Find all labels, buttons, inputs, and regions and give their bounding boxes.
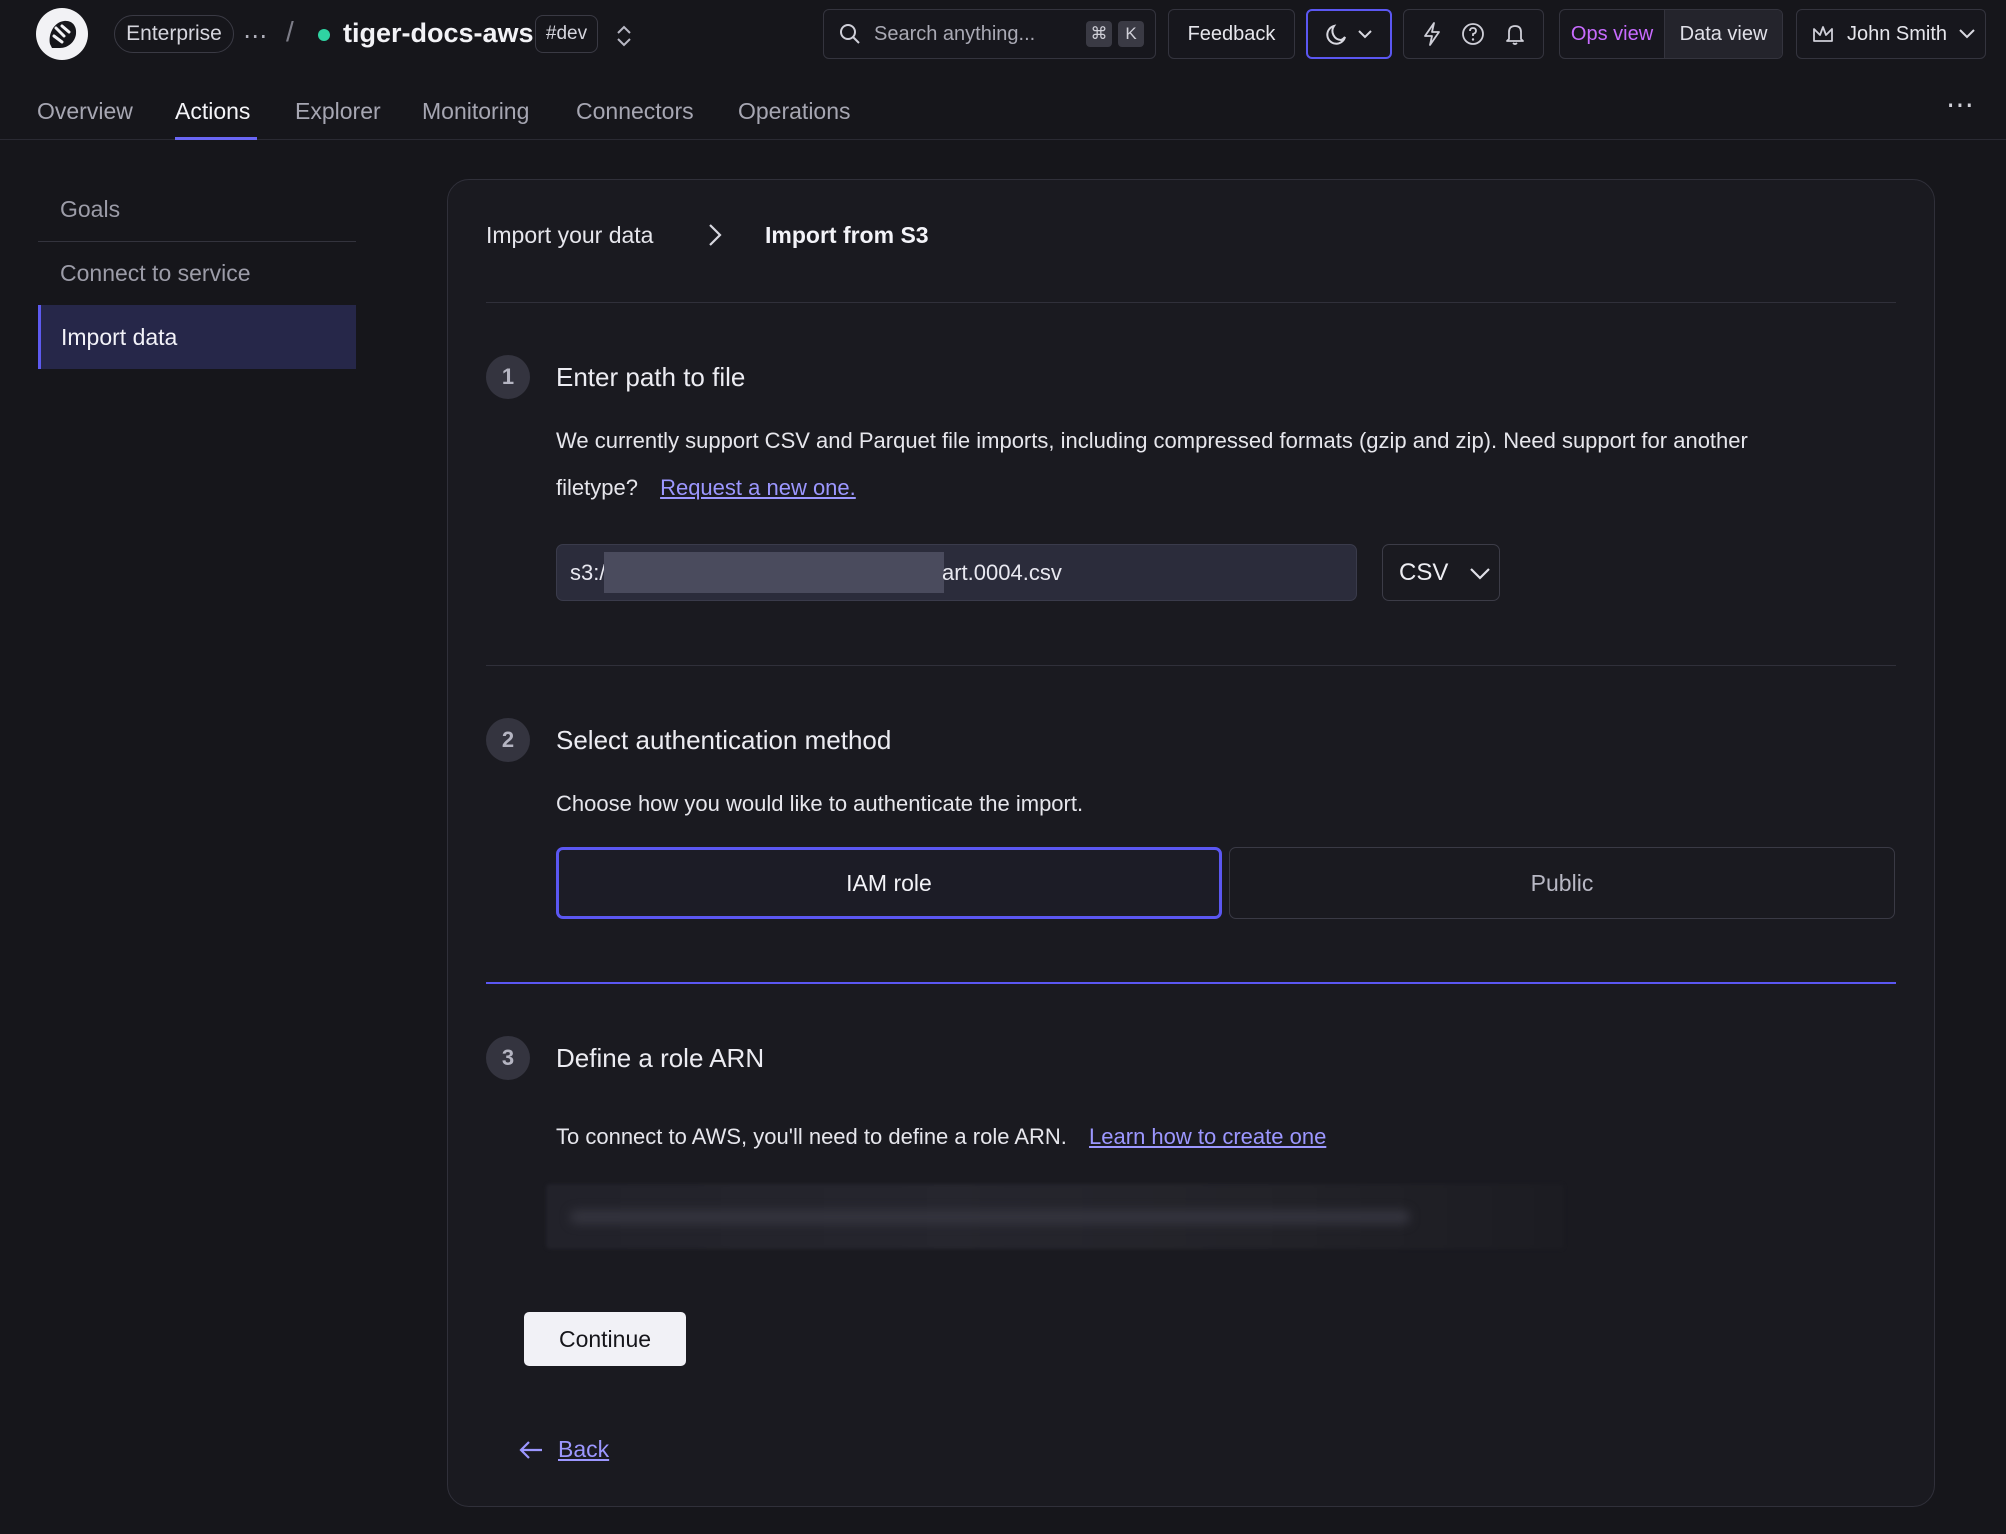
- file-format-select[interactable]: CSV: [1382, 544, 1500, 601]
- help-icon[interactable]: [1460, 21, 1486, 47]
- tab-actions[interactable]: Actions: [175, 98, 250, 125]
- breadcrumb-separator: /: [286, 16, 294, 47]
- sidebar-item-label: Import data: [61, 323, 178, 350]
- more-menu-icon[interactable]: ⋯: [1946, 88, 1975, 121]
- redacted-arn-value: [570, 1210, 1410, 1224]
- step-2-description: Choose how you would like to authenticat…: [556, 791, 1084, 816]
- step-2-title: Select authentication method: [556, 725, 892, 755]
- step-3-description-text: To connect to AWS, you'll need to define…: [556, 1124, 1067, 1149]
- back-link[interactable]: Back: [518, 1436, 609, 1463]
- service-status-dot: [318, 29, 330, 41]
- search-box[interactable]: Search anything... ⌘ K: [823, 9, 1156, 59]
- tab-explorer[interactable]: Explorer: [295, 98, 381, 125]
- request-filetype-link[interactable]: Request a new one.: [660, 475, 856, 500]
- plan-badge-label: Enterprise: [126, 22, 222, 45]
- sidebar-item-label: Connect to service: [60, 259, 251, 286]
- top-bar: Enterprise ⋯ / tiger-docs-aws #dev Searc…: [0, 0, 2006, 70]
- sidebar-item-import-data[interactable]: Import data: [38, 305, 356, 369]
- lightning-icon[interactable]: [1420, 21, 1444, 47]
- chevron-down-icon: [1356, 25, 1374, 43]
- step-3-number: 3: [486, 1036, 530, 1080]
- step-1-description-line2: filetype?: [556, 475, 638, 500]
- tab-monitoring[interactable]: Monitoring: [422, 98, 529, 125]
- quick-actions-group: [1403, 9, 1544, 59]
- s3-path-prefix: s3:/: [570, 560, 606, 585]
- step-3-description: To connect to AWS, you'll need to define…: [556, 1113, 1326, 1160]
- step-1-description-text: We currently support CSV and Parquet fil…: [556, 428, 1748, 453]
- moon-icon: [1324, 21, 1350, 47]
- bell-icon[interactable]: [1503, 21, 1527, 47]
- shortcut-key: K: [1118, 21, 1144, 47]
- auth-option-label: IAM role: [846, 869, 932, 896]
- search-icon: [838, 22, 862, 46]
- view-switcher: Ops view Data view: [1559, 9, 1783, 59]
- env-badge-label: #dev: [545, 23, 588, 44]
- switch-project-icon[interactable]: [614, 22, 634, 50]
- data-view-toggle[interactable]: Data view: [1665, 10, 1782, 58]
- step-1-number: 1: [486, 355, 530, 399]
- step-2-number: 2: [486, 718, 530, 762]
- main-tabs: Overview Actions Explorer Monitoring Con…: [0, 70, 2006, 140]
- auth-option-public[interactable]: Public: [1229, 847, 1895, 919]
- step-1-title: Enter path to file: [556, 362, 746, 392]
- more-options-icon[interactable]: ⋯: [243, 22, 269, 51]
- ops-view-toggle[interactable]: Ops view: [1560, 10, 1666, 58]
- sidebar-item-connect[interactable]: Connect to service: [38, 241, 356, 305]
- active-tab-indicator: [175, 137, 257, 140]
- env-badge: #dev: [535, 15, 598, 53]
- project-name[interactable]: tiger-docs-aws: [343, 18, 534, 49]
- sidebar-item-goals[interactable]: Goals: [38, 177, 356, 241]
- crown-icon: [1811, 23, 1835, 45]
- continue-label: Continue: [558, 1325, 652, 1352]
- chevron-down-icon: [1957, 24, 1977, 44]
- active-section-divider: [486, 982, 1896, 984]
- search-placeholder: Search anything...: [874, 22, 1036, 45]
- arrow-left-icon: [518, 1439, 544, 1461]
- breadcrumb-parent[interactable]: Import your data: [486, 222, 653, 249]
- s3-path-input[interactable]: s3:/ art.0004.csv: [556, 544, 1357, 601]
- auth-option-label: Public: [1530, 869, 1594, 896]
- breadcrumb-current: Import from S3: [765, 222, 929, 248]
- feedback-label: Feedback: [1187, 22, 1276, 45]
- learn-arn-link[interactable]: Learn how to create one: [1089, 1124, 1326, 1149]
- step-3-title: Define a role ARN: [556, 1043, 765, 1073]
- tab-operations[interactable]: Operations: [738, 98, 851, 125]
- feedback-button[interactable]: Feedback: [1168, 9, 1295, 59]
- s3-path-suffix: art.0004.csv: [942, 560, 1062, 585]
- step-1-description: We currently support CSV and Parquet fil…: [556, 417, 1896, 511]
- divider: [486, 665, 1896, 666]
- tab-connectors[interactable]: Connectors: [576, 98, 694, 125]
- plan-badge: Enterprise: [114, 15, 234, 53]
- redacted-path-segment: [604, 552, 944, 593]
- divider: [486, 302, 1896, 303]
- theme-toggle-button[interactable]: [1306, 9, 1392, 59]
- back-label: Back: [558, 1436, 610, 1462]
- continue-button[interactable]: Continue: [524, 1312, 686, 1366]
- file-format-value: CSV: [1399, 558, 1449, 586]
- tiger-logo-icon[interactable]: [36, 8, 88, 60]
- auth-option-iam-role[interactable]: IAM role: [556, 847, 1222, 919]
- sidebar-item-label: Goals: [60, 195, 121, 222]
- user-name: John Smith: [1847, 22, 1948, 45]
- command-key-icon: ⌘: [1086, 21, 1112, 47]
- tab-overview[interactable]: Overview: [37, 98, 133, 125]
- user-menu-button[interactable]: John Smith: [1796, 9, 1986, 59]
- chevron-right-icon: [704, 221, 726, 249]
- chevron-down-icon: [1468, 562, 1492, 584]
